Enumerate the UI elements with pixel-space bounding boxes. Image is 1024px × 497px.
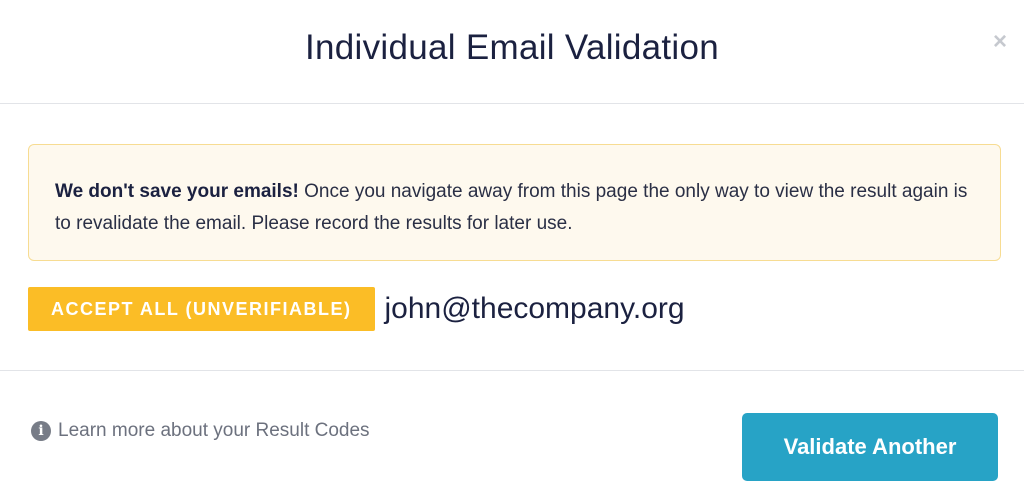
modal-header: Individual Email Validation ×	[0, 0, 1024, 104]
email-address: john@thecompany.org	[384, 292, 685, 325]
result-row: ACCEPT ALL (UNVERIFIABLE) john@thecompan…	[28, 286, 685, 332]
learn-more-label: Learn more about your Result Codes	[58, 420, 370, 441]
learn-more-link[interactable]: i Learn more about your Result Codes	[31, 420, 370, 442]
close-icon[interactable]: ×	[988, 30, 1012, 54]
notice-box: We don't save your emails! Once you navi…	[28, 144, 1001, 261]
modal-title: Individual Email Validation	[304, 28, 720, 67]
status-badge: ACCEPT ALL (UNVERIFIABLE)	[28, 287, 375, 331]
info-icon: i	[31, 421, 51, 441]
divider	[0, 370, 1024, 371]
notice-bold-text: We don't save your emails!	[55, 181, 299, 202]
validate-another-button[interactable]: Validate Another	[742, 413, 998, 481]
